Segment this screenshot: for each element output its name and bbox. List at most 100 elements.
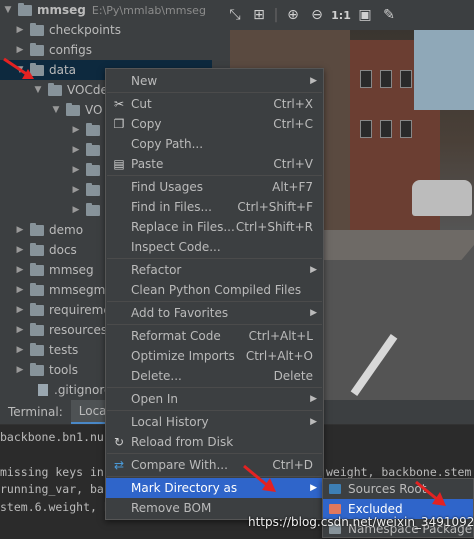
menu-item-delete[interactable]: Delete... Delete [106,366,323,386]
folder-icon [30,342,44,356]
menu-item-find-usages[interactable]: Find Usages Alt+F7 [106,177,323,197]
menu-item-reload-from-disk[interactable]: ↻ Reload from Disk [106,432,323,452]
tree-item-label: VO [85,103,103,117]
chevron-right-icon[interactable]: ▶ [14,365,26,375]
chevron-right-icon[interactable]: ▶ [14,305,26,315]
folder-icon [66,102,80,116]
chevron-right-icon[interactable]: ▶ [70,165,82,175]
menu-item-reformat-code[interactable]: Reformat Code Ctrl+Alt+L [106,326,323,346]
menu-item-label: Find Usages [131,180,204,194]
menu-separator [107,175,322,176]
tree-item-label: VOCde [67,83,108,97]
sky [414,30,474,110]
menu-separator [107,324,322,325]
submenu-item-label: Excluded [348,502,403,516]
menu-item-label: Local History [131,415,209,429]
menu-item-mark-directory-as[interactable]: Mark Directory as ▶ [106,478,323,498]
chevron-right-icon[interactable]: ▶ [70,145,82,155]
copy-icon: ❐ [113,117,125,131]
sources-folder-icon [329,484,341,494]
menu-item-label: Replace in Files... [131,220,235,234]
terminal-line: stem.6.weight, ba [0,500,118,514]
chevron-right-icon[interactable]: ▶ [14,25,26,35]
menu-item-clean-compiled[interactable]: Clean Python Compiled Files [106,280,323,300]
tree-item-checkpoints[interactable]: ▶ checkpoints [0,20,212,40]
chevron-right-icon[interactable]: ▶ [70,185,82,195]
chevron-right-icon[interactable]: ▶ [14,285,26,295]
menu-item-cut[interactable]: ✂ Cut Ctrl+X [106,94,323,114]
menu-item-shortcut: Ctrl+Shift+R [235,220,313,234]
background-toggle-icon[interactable]: ▣ [354,4,376,26]
menu-item-shortcut: Ctrl+Alt+O [245,349,313,363]
menu-item-label: Reload from Disk [131,435,234,449]
menu-item-copy-path[interactable]: Copy Path... [106,134,323,154]
menu-item-label: Delete... [131,369,182,383]
menu-item-refactor[interactable]: Refactor ▶ [106,260,323,280]
menu-item-find-in-files[interactable]: Find in Files... Ctrl+Shift+F [106,197,323,217]
menu-item-compare-with[interactable]: ⇄ Compare With... Ctrl+D [106,455,323,475]
chevron-down-icon[interactable]: ▼ [50,105,62,115]
actual-size-button[interactable]: 1:1 [330,4,352,26]
menu-item-shortcut: Ctrl+C [273,117,313,131]
tree-item-label: tests [49,343,79,357]
chevron-right-icon[interactable]: ▶ [14,265,26,275]
window [400,70,412,88]
tree-item-label: .gitignore [54,383,112,397]
window [360,120,372,138]
menu-item-add-to-favorites[interactable]: Add to Favorites ▶ [106,303,323,323]
excluded-folder-icon [329,504,341,514]
menu-item-label: Remove BOM [131,501,212,515]
chevron-down-icon[interactable]: ▼ [2,5,14,15]
menu-item-paste[interactable]: ▤ Paste Ctrl+V [106,154,323,174]
zoom-in-icon[interactable]: ⊕ [282,4,304,26]
menu-item-optimize-imports[interactable]: Optimize Imports Ctrl+Alt+O [106,346,323,366]
chevron-right-icon[interactable]: ▶ [14,225,26,235]
menu-item-open-in[interactable]: Open In ▶ [106,389,323,409]
file-icon [38,384,48,396]
folder-icon [18,2,32,16]
submenu-arrow-icon: ▶ [310,76,317,86]
menu-item-label: Refactor [131,263,182,277]
menu-item-label: Clean Python Compiled Files [131,283,302,297]
submenu-arrow-icon: ▶ [310,417,317,427]
menu-item-shortcut: Alt+F7 [272,180,313,194]
terminal-tool-label[interactable]: Terminal: [0,400,71,424]
color-picker-icon[interactable]: ✎ [378,4,400,26]
chevron-down-icon[interactable]: ▼ [32,85,44,95]
grid-icon[interactable]: ⊞ [248,4,270,26]
chevron-right-icon[interactable]: ▶ [70,125,82,135]
menu-item-label: Copy [131,117,162,131]
tree-item-label: docs [49,243,77,257]
chevron-right-icon[interactable]: ▶ [14,45,26,55]
menu-item-replace-in-files[interactable]: Replace in Files... Ctrl+Shift+R [106,217,323,237]
folder-icon [30,22,44,36]
image-viewer-toolbar: ⤡ ⊞ | ⊕ ⊖ 1:1 ▣ ✎ [212,0,474,30]
chevron-right-icon[interactable]: ▶ [14,345,26,355]
chevron-right-icon[interactable]: ▶ [70,205,82,215]
menu-item-shortcut: Ctrl+Shift+F [237,200,313,214]
car [412,180,472,216]
context-menu: New ▶ ✂ Cut Ctrl+X ❐ Copy Ctrl+C Copy Pa… [105,68,324,520]
tree-root-row[interactable]: ▼ mmseg E:\Py\mmlab\mmseg [0,0,212,20]
submenu-arrow-icon: ▶ [310,265,317,275]
fit-to-window-icon[interactable]: ⤡ [224,4,246,26]
tree-item-label: tools [49,363,78,377]
zoom-out-icon[interactable]: ⊖ [306,4,328,26]
chevron-right-icon[interactable]: ▶ [14,245,26,255]
folder-icon [30,242,44,256]
tree-item-label: requireme [49,303,111,317]
menu-item-local-history[interactable]: Local History ▶ [106,412,323,432]
folder-icon [30,222,44,236]
window [400,120,412,138]
menu-item-inspect-code[interactable]: Inspect Code... [106,237,323,257]
menu-item-copy[interactable]: ❐ Copy Ctrl+C [106,114,323,134]
folder-icon [86,122,100,136]
menu-separator [107,453,322,454]
tree-item-label: checkpoints [49,23,121,37]
folder-icon [30,362,44,376]
menu-separator [107,258,322,259]
submenu-arrow-icon: ▶ [310,483,317,493]
tree-item-label: resources [49,323,108,337]
menu-item-new[interactable]: New ▶ [106,71,323,91]
chevron-right-icon[interactable]: ▶ [14,325,26,335]
